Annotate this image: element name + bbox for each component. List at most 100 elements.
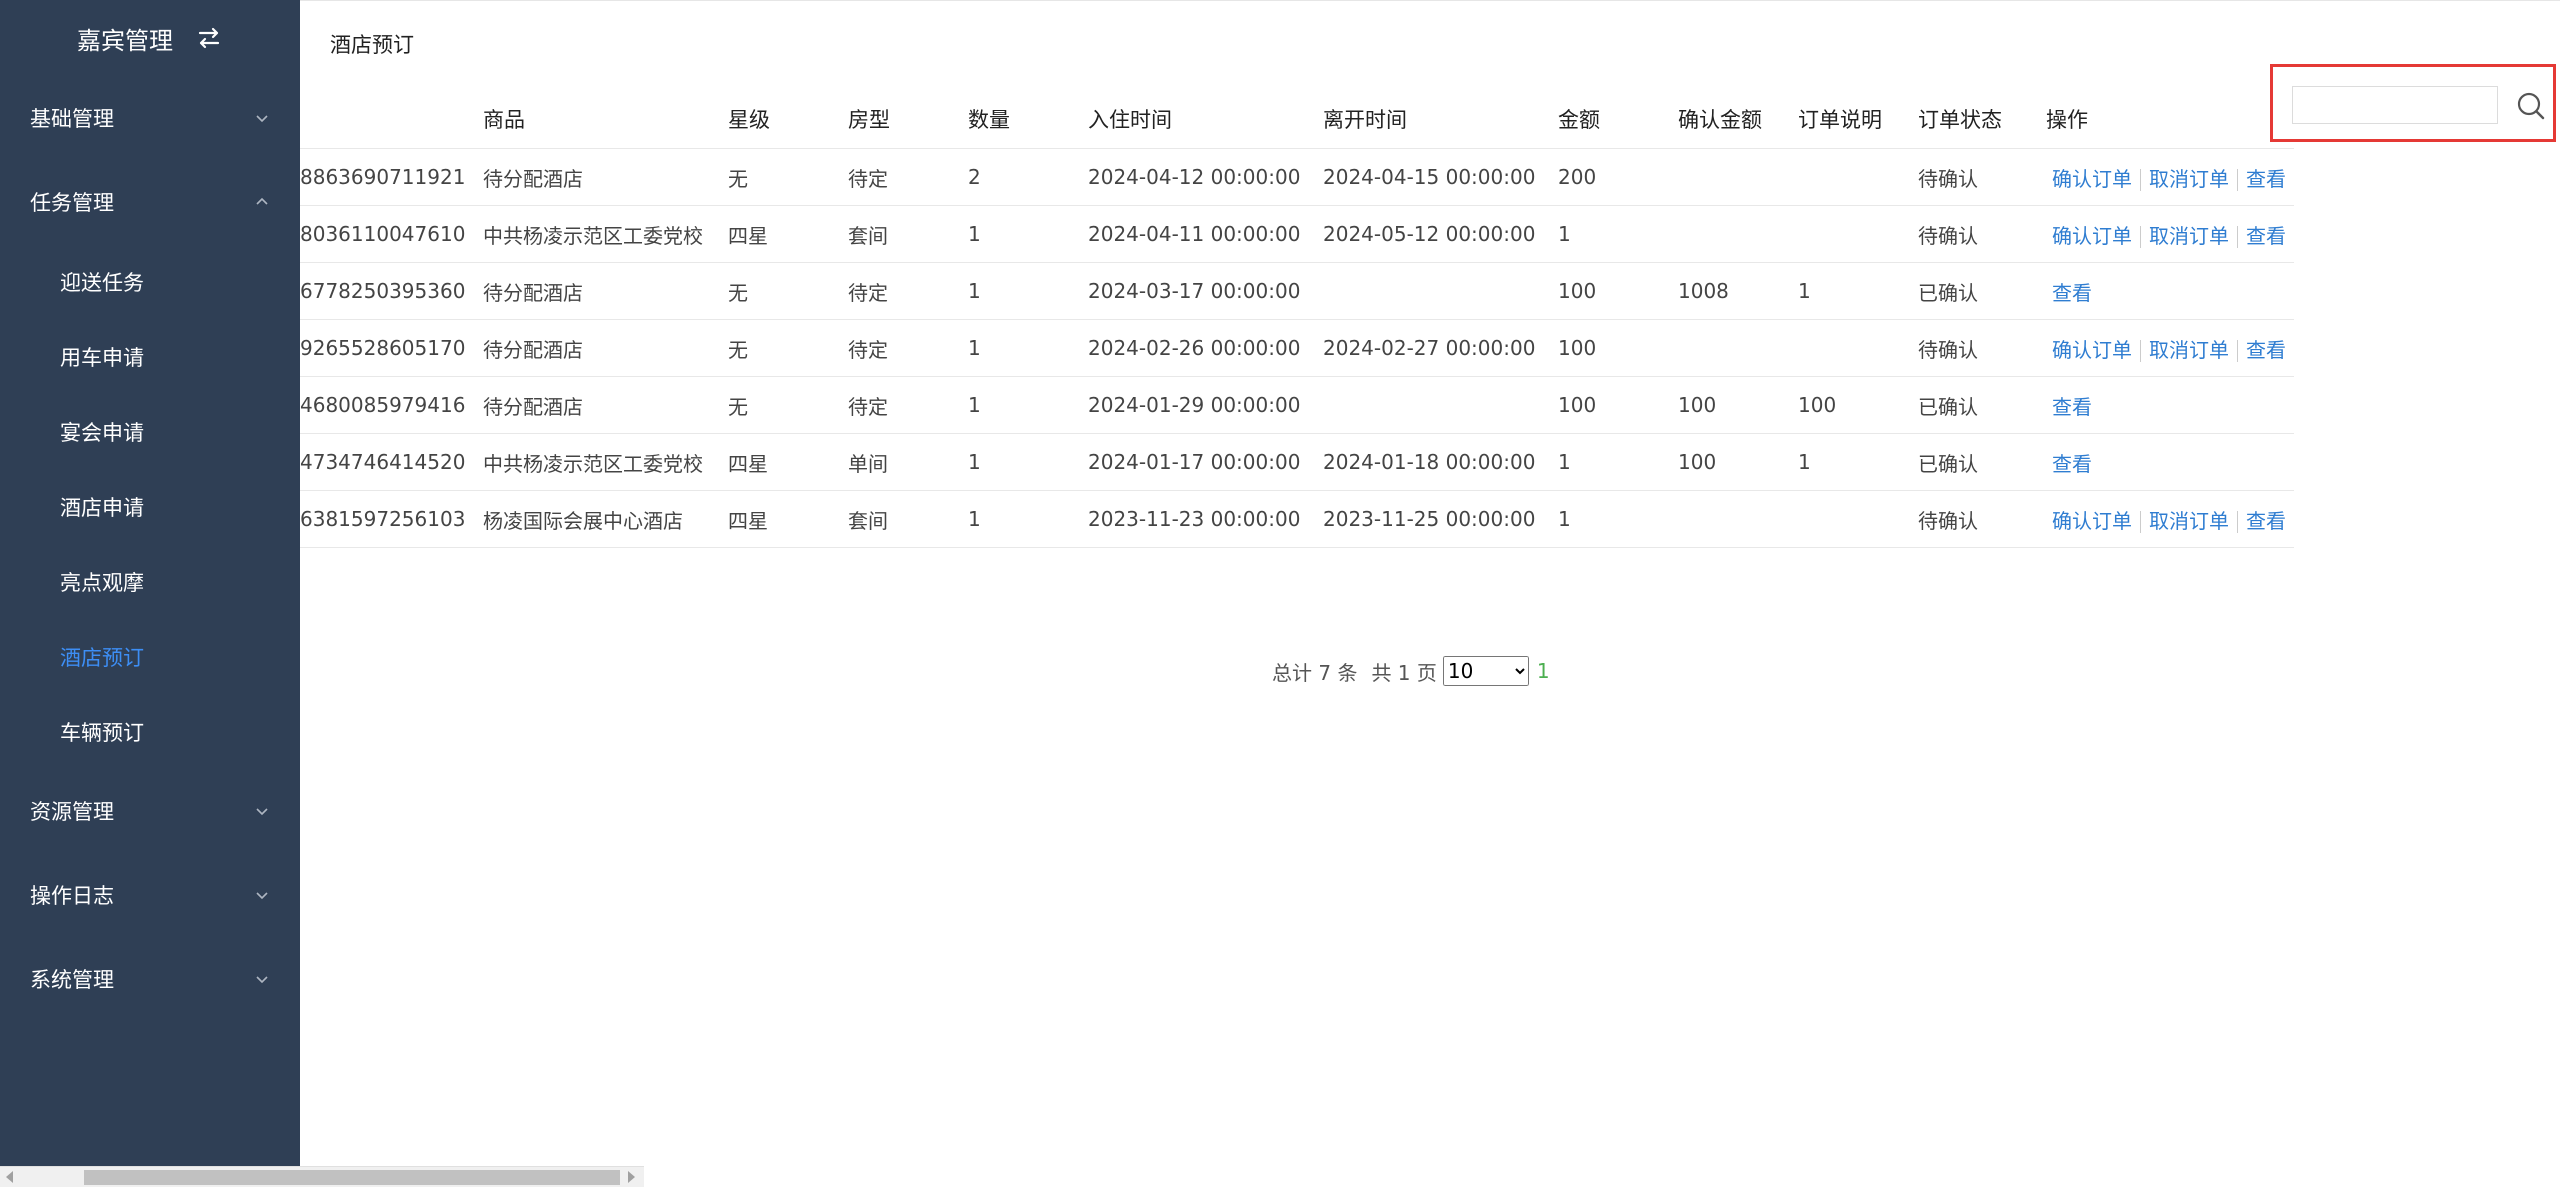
cell-status: 已确认 — [1918, 262, 2046, 320]
pagination-current-page[interactable]: 1 — [1537, 659, 1550, 683]
view-link[interactable]: 查看 — [2246, 338, 2286, 362]
swap-icon[interactable] — [195, 24, 223, 52]
sub-menu-item[interactable]: 酒店预订 — [0, 619, 300, 694]
menu-top-label: 基础管理 — [30, 107, 114, 131]
view-link[interactable]: 查看 — [2052, 395, 2092, 419]
app-window: 嘉宾管理 基础管理任务管理迎送任务 用车申请 宴会申请 酒店申请 亮点观摩 酒店预订 车辆预… — [0, 0, 2560, 1187]
cell-amount: 1 — [1558, 205, 1678, 263]
menu-top-label: 任务管理 — [30, 191, 114, 215]
table-row: 4734746414520 中共杨凌示范区工委党校 四星 单间 1 2024-01-17 … — [300, 433, 2294, 491]
cell-status: 待确认 — [1918, 490, 2046, 548]
column-header: 入住时间 — [1088, 90, 1323, 149]
orders-table: 商品 星级 房型 数量 入住时间 离开时间 金额 确认金额 订单说明 订单状态 操作 8863690… — [300, 90, 2294, 548]
cell-operations: 确认订单 取消订单 查看 — [2046, 490, 2294, 548]
chevron-up-icon — [256, 197, 268, 205]
cancel-order-link[interactable]: 取消订单 — [2149, 167, 2229, 191]
scroll-right-arrow-icon[interactable] — [628, 1171, 635, 1183]
sub-menu-item[interactable]: 车辆预订 — [0, 694, 300, 769]
sidebar-brand: 嘉宾管理 — [0, 0, 300, 76]
menu-top-item[interactable]: 基础管理 — [0, 76, 300, 160]
table-row: 6778250395360 待分配酒店无待定 1 2024-03-17 00:00:0… — [300, 262, 2294, 320]
scroll-left-arrow-icon[interactable] — [6, 1171, 13, 1183]
chevron-down-icon — [256, 892, 268, 900]
pagination-total: 总计 7 条 — [1272, 660, 1358, 685]
cell-operations: 确认订单 取消订单 查看 — [2046, 319, 2294, 377]
scrollbar-thumb[interactable] — [84, 1170, 620, 1185]
op-divider — [2237, 511, 2238, 533]
menu-top-item[interactable]: 操作日志 — [0, 853, 300, 937]
column-header: 确认金额 — [1678, 90, 1798, 149]
view-link[interactable]: 查看 — [2246, 509, 2286, 533]
page-size-select[interactable]: 102050 — [1442, 656, 1529, 686]
confirm-order-link[interactable]: 确认订单 — [2052, 338, 2132, 362]
view-link[interactable]: 查看 — [2052, 281, 2092, 305]
confirm-order-link[interactable]: 确认订单 — [2052, 167, 2132, 191]
cell-checkin: 2024-03-17 00:00:00 — [1088, 262, 1323, 320]
op-divider — [2140, 169, 2141, 191]
cell-checkout: 2023-11-25 00:00:00 — [1323, 490, 1558, 548]
cell-id: 6778250395360 — [300, 262, 483, 320]
cell-operations: 确认订单 取消订单 查看 — [2046, 205, 2294, 263]
menu-top-item[interactable]: 资源管理 — [0, 769, 300, 853]
sub-menu-item[interactable]: 亮点观摩 — [0, 544, 300, 619]
cell-star: 无 — [728, 148, 848, 206]
op-divider — [2140, 226, 2141, 248]
op-divider — [2140, 340, 2141, 362]
column-header: 操作 — [2046, 90, 2294, 149]
cell-qty: 1 — [968, 376, 1088, 434]
cell-status: 待确认 — [1918, 319, 2046, 377]
cell-star: 四星 — [728, 205, 848, 263]
menu-group: 任务管理迎送任务 用车申请 宴会申请 酒店申请 亮点观摩 酒店预订 车辆预订 — [0, 160, 300, 769]
cell-star: 无 — [728, 262, 848, 320]
column-header: 商品 — [483, 90, 728, 149]
menu-group: 资源管理 — [0, 769, 300, 853]
cell-checkin: 2024-01-29 00:00:00 — [1088, 376, 1323, 434]
table-body: 8863690711921 待分配酒店无待定 2 2024-04-12 00:00:0… — [300, 148, 2294, 548]
view-link[interactable]: 查看 — [2246, 167, 2286, 191]
cell-id: 8863690711921 — [300, 148, 483, 206]
op-divider — [2237, 340, 2238, 362]
menu-top-item[interactable]: 系统管理 — [0, 937, 300, 1021]
search-input[interactable] — [2292, 86, 2498, 124]
cancel-order-link[interactable]: 取消订单 — [2149, 338, 2229, 362]
cell-confirm-amount: 1008 — [1678, 262, 1798, 320]
cell-status: 已确认 — [1918, 433, 2046, 491]
cell-product: 杨凌国际会展中心酒店 — [483, 490, 728, 548]
pagination-pages: 共 1 页 — [1371, 660, 1437, 685]
cancel-order-link[interactable]: 取消订单 — [2149, 509, 2229, 533]
cell-amount: 1 — [1558, 490, 1678, 548]
search-icon[interactable] — [2516, 91, 2546, 121]
op-divider — [2237, 169, 2238, 191]
cell-operations: 查看 — [2046, 262, 2294, 320]
chevron-down-icon — [256, 976, 268, 984]
menu-top-label: 资源管理 — [30, 800, 114, 824]
menu-top-item[interactable]: 任务管理 — [0, 160, 300, 244]
cell-note: 1 — [1798, 262, 1918, 320]
sub-menu: 迎送任务 用车申请 宴会申请 酒店申请 亮点观摩 酒店预订 车辆预订 — [0, 244, 300, 769]
cell-checkin: 2024-04-11 00:00:00 — [1088, 205, 1323, 263]
chevron-down-icon — [256, 115, 268, 123]
sub-menu-item[interactable]: 迎送任务 — [0, 244, 300, 319]
cell-status: 待确认 — [1918, 148, 2046, 206]
column-header: 金额 — [1558, 90, 1678, 149]
confirm-order-link[interactable]: 确认订单 — [2052, 224, 2132, 248]
cell-operations: 查看 — [2046, 376, 2294, 434]
cell-status: 已确认 — [1918, 376, 2046, 434]
cell-qty: 1 — [968, 490, 1088, 548]
confirm-order-link[interactable]: 确认订单 — [2052, 509, 2132, 533]
view-link[interactable]: 查看 — [2052, 452, 2092, 476]
cell-note — [1798, 205, 1918, 263]
cancel-order-link[interactable]: 取消订单 — [2149, 224, 2229, 248]
table-row: 8036110047610 中共杨凌示范区工委党校 四星 套间 1 2024-04-11 … — [300, 205, 2294, 263]
column-header: 房型 — [848, 90, 968, 149]
cell-checkout: 2024-01-18 00:00:00 — [1323, 433, 1558, 491]
cell-confirm-amount: 100 — [1678, 376, 1798, 434]
view-link[interactable]: 查看 — [2246, 224, 2286, 248]
horizontal-scrollbar[interactable] — [0, 1166, 644, 1187]
cell-confirm-amount — [1678, 319, 1798, 377]
sub-menu-item[interactable]: 酒店申请 — [0, 469, 300, 544]
sub-menu-item[interactable]: 用车申请 — [0, 319, 300, 394]
cell-checkout: 2024-04-15 00:00:00 — [1323, 148, 1558, 206]
cell-note — [1798, 148, 1918, 206]
sub-menu-item[interactable]: 宴会申请 — [0, 394, 300, 469]
